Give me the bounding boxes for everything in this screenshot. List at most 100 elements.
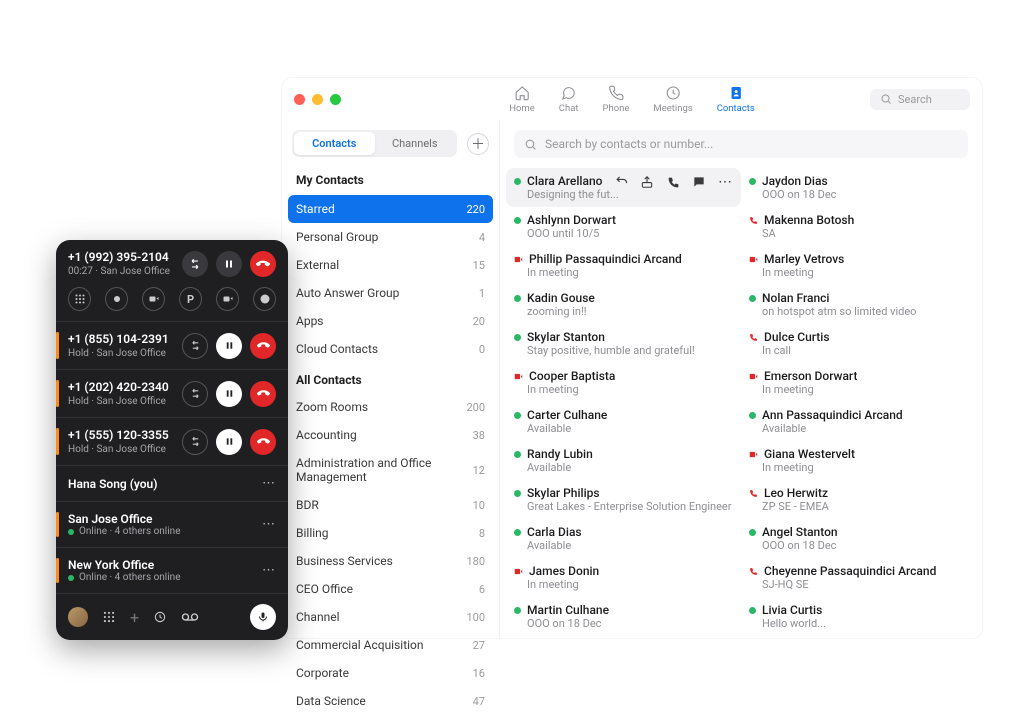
- close-window-button[interactable]: [294, 94, 305, 105]
- contact-status-text: In meeting: [514, 383, 733, 396]
- contact-row[interactable]: Cooper BaptistaIn meeting: [506, 363, 741, 402]
- contact-row[interactable]: Marley VetrovsIn meeting: [741, 246, 976, 285]
- contact-row[interactable]: Giana WesterveltIn meeting: [741, 441, 976, 480]
- sidebar-item[interactable]: Zoom Rooms200: [282, 393, 499, 421]
- swap-call-button[interactable]: [182, 429, 208, 455]
- hangup-button[interactable]: [250, 429, 276, 455]
- contact-row[interactable]: Cheyenne Passaquindici ArcandSJ-HQ SE: [741, 558, 976, 597]
- video-off-button[interactable]: [216, 287, 239, 311]
- office-row[interactable]: San Jose Office Online · 4 others online…: [56, 501, 288, 547]
- tab-contacts[interactable]: Contacts: [294, 132, 375, 155]
- user-avatar[interactable]: [68, 607, 88, 627]
- office-row[interactable]: New York Office Online · 4 others online…: [56, 547, 288, 593]
- nav-chat[interactable]: Chat: [559, 85, 579, 114]
- sidebar-item[interactable]: BDR10: [282, 491, 499, 519]
- transfer-icon[interactable]: [613, 174, 629, 190]
- contact-row[interactable]: Dulce CurtisIn call: [741, 324, 976, 363]
- pause-call-button[interactable]: [216, 251, 242, 277]
- nav-phone[interactable]: Phone: [602, 85, 629, 114]
- contact-row[interactable]: Ann Passaquindici ArcandAvailable: [741, 402, 976, 441]
- park-button[interactable]: P: [179, 287, 202, 311]
- office-more-icon[interactable]: ⋯: [262, 563, 276, 578]
- sidebar-item[interactable]: Accounting38: [282, 421, 499, 449]
- video-button[interactable]: [142, 287, 165, 311]
- swap-call-button[interactable]: [182, 333, 208, 359]
- contact-search-input[interactable]: Search by contacts or number...: [514, 130, 968, 158]
- contact-row[interactable]: Martin CulhaneOOO on 18 Dec: [506, 597, 741, 632]
- contact-row[interactable]: Skylar PhilipsGreat Lakes - Enterprise S…: [506, 480, 741, 519]
- swap-call-button[interactable]: [182, 381, 208, 407]
- hangup-button[interactable]: [250, 333, 276, 359]
- info-button[interactable]: [253, 287, 276, 311]
- all-contacts-title: All Contacts: [282, 363, 499, 393]
- sidebar-item[interactable]: Channel100: [282, 603, 499, 631]
- contact-row[interactable]: Nolan Francion hotspot atm so limited vi…: [741, 285, 976, 324]
- sidebar-item[interactable]: Commercial Acquisition27: [282, 631, 499, 659]
- traffic-lights: [294, 94, 341, 105]
- global-search-placeholder: Search: [898, 93, 932, 106]
- phone-panel-bottom: +: [56, 593, 288, 640]
- voicemail-icon[interactable]: [181, 610, 199, 624]
- contact-row[interactable]: Carla DiasAvailable: [506, 519, 741, 558]
- contact-row[interactable]: Skylar StantonStay positive, humble and …: [506, 324, 741, 363]
- sidebar-item[interactable]: Business Services180: [282, 547, 499, 575]
- sidebar-item[interactable]: Corporate16: [282, 659, 499, 687]
- nav-home[interactable]: Home: [509, 85, 535, 114]
- hangup-button[interactable]: [250, 381, 276, 407]
- minimize-window-button[interactable]: [312, 94, 323, 105]
- sidebar-item[interactable]: Starred220: [288, 195, 493, 223]
- tab-channels[interactable]: Channels: [375, 132, 456, 155]
- nav-contacts[interactable]: Contacts: [717, 85, 755, 114]
- sidebar-item[interactable]: Billing8: [282, 519, 499, 547]
- resume-call-button[interactable]: [216, 429, 242, 455]
- office-more-icon[interactable]: ⋯: [262, 517, 276, 532]
- contact-row[interactable]: Livia CurtisHello world...: [741, 597, 976, 632]
- resume-call-button[interactable]: [216, 333, 242, 359]
- contact-row[interactable]: Makenna BotoshSA: [741, 207, 976, 246]
- top-nav: Home Chat Phone Meetings: [509, 85, 755, 114]
- sidebar-item[interactable]: Personal Group4: [282, 223, 499, 251]
- global-search[interactable]: Search: [870, 89, 970, 110]
- resume-call-button[interactable]: [216, 381, 242, 407]
- contact-row[interactable]: Ashlynn DorwartOOO until 10/5: [506, 207, 741, 246]
- contact-row[interactable]: Carter CulhaneAvailable: [506, 402, 741, 441]
- nav-meetings[interactable]: Meetings: [653, 85, 692, 114]
- sidebar-item[interactable]: Administration and Office Management12: [282, 449, 499, 491]
- add-contact-button[interactable]: ＋: [467, 133, 489, 155]
- contact-status-text: ZP SE - EMEA: [749, 500, 968, 513]
- sidebar-item-label: Channel: [296, 610, 339, 624]
- sidebar-item-count: 47: [473, 695, 485, 708]
- office-name: San Jose Office: [68, 512, 181, 526]
- mic-button[interactable]: [250, 604, 276, 630]
- record-button[interactable]: [105, 287, 128, 311]
- contact-status-text: Great Lakes - Enterprise Solution Engine…: [514, 500, 733, 513]
- sidebar-item[interactable]: Data Science47: [282, 687, 499, 715]
- sidebar-item[interactable]: CEO Office6: [282, 575, 499, 603]
- contact-row[interactable]: Clara ArellanoDesigning the fut... ⋯: [506, 168, 741, 207]
- contact-row[interactable]: James DoninIn meeting: [506, 558, 741, 597]
- maximize-window-button[interactable]: [330, 94, 341, 105]
- contact-row[interactable]: Randy LubinAvailable: [506, 441, 741, 480]
- contact-row[interactable]: Jaydon DiasOOO on 18 Dec: [741, 168, 976, 207]
- sidebar-item[interactable]: External15: [282, 251, 499, 279]
- contact-row[interactable]: Emerson DorwartIn meeting: [741, 363, 976, 402]
- contact-row[interactable]: Phillip Passaquindici ArcandIn meeting: [506, 246, 741, 285]
- contact-row[interactable]: Kadin Gousezooming in!!: [506, 285, 741, 324]
- sidebar-item[interactable]: Auto Answer Group1: [282, 279, 499, 307]
- hangup-button[interactable]: [250, 251, 276, 277]
- contact-row[interactable]: Leo HerwitzZP SE - EMEA: [741, 480, 976, 519]
- history-icon[interactable]: [153, 610, 167, 624]
- dialpad-icon[interactable]: [102, 610, 116, 624]
- keypad-button[interactable]: [68, 287, 91, 311]
- share-icon[interactable]: [639, 174, 655, 190]
- call-icon[interactable]: [665, 174, 681, 190]
- sidebar-item[interactable]: Apps20: [282, 307, 499, 335]
- sidebar-item[interactable]: Cloud Contacts0: [282, 335, 499, 363]
- more-icon[interactable]: ⋯: [717, 174, 733, 190]
- swap-call-button[interactable]: [182, 251, 208, 277]
- contact-name: Carter Culhane: [527, 408, 607, 422]
- chat-icon[interactable]: [691, 174, 707, 190]
- self-more-icon[interactable]: ⋯: [262, 476, 276, 491]
- self-row[interactable]: Hana Song (you) ⋯: [56, 465, 288, 501]
- contact-row[interactable]: Angel StantonOOO on 18 Dec: [741, 519, 976, 558]
